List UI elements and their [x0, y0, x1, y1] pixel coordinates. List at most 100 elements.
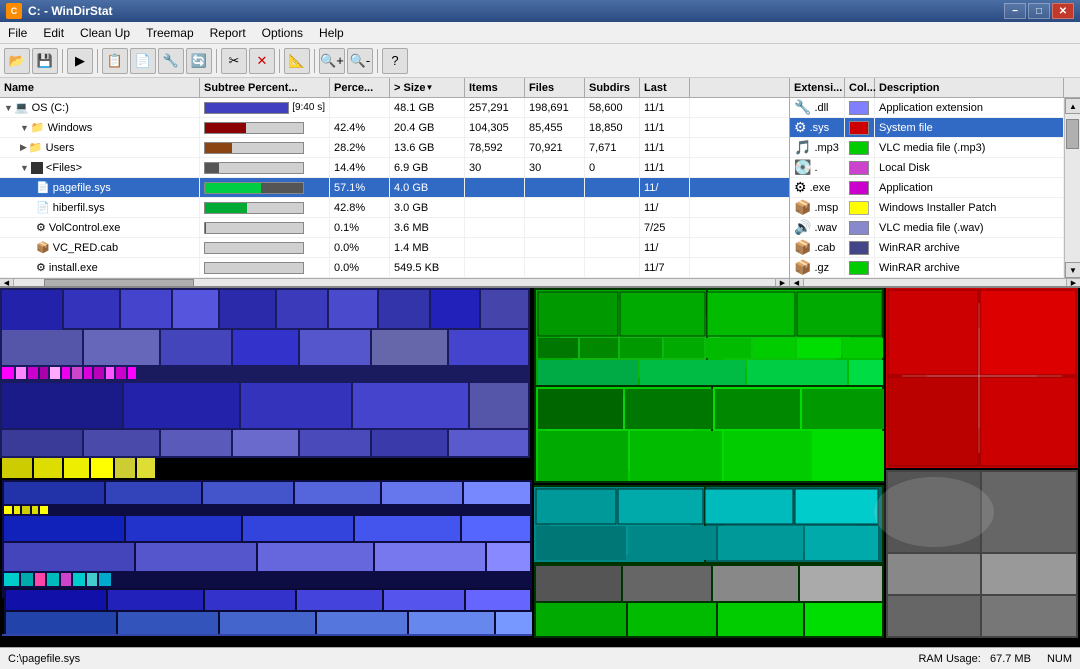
menu-help[interactable]: Help [311, 24, 352, 42]
scroll-down-btn[interactable]: ▼ [1065, 262, 1080, 278]
menu-options[interactable]: Options [254, 24, 311, 42]
treemap-block [300, 430, 370, 456]
close-button[interactable]: ✕ [1052, 3, 1074, 19]
title-bar-left: C C: - WinDirStat [6, 3, 113, 19]
col-header-percent[interactable]: Perce... [330, 78, 390, 97]
scroll-track [14, 279, 775, 287]
scroll-thumb[interactable] [1066, 119, 1079, 149]
ext-scrollbar[interactable]: ▲ ▼ [1064, 98, 1080, 278]
tree-row[interactable]: ⚙ install.exe 0.0% 549.5 KB 11/7 [0, 258, 789, 278]
ext-row[interactable]: 📦.gz WinRAR archive [790, 258, 1064, 278]
tree-row[interactable]: 📄 hiberfil.sys 42.8% 3.0 GB 11/ [0, 198, 789, 218]
tree-view[interactable]: Name Subtree Percent... Perce... > Size … [0, 78, 790, 286]
tree-row[interactable]: ▼ 📁 Windows 42.4% 20.4 GB 104,305 85,455… [0, 118, 789, 138]
toolbar-delete[interactable]: ✕ [249, 48, 275, 74]
subtree-bar [204, 182, 304, 194]
toolbar-settings[interactable]: 🔧 [158, 48, 184, 74]
toolbar-cut[interactable]: ✂ [221, 48, 247, 74]
scroll-left-btn[interactable]: ◀ [0, 279, 14, 287]
treemap-block [34, 458, 62, 478]
menu-edit[interactable]: Edit [35, 24, 72, 42]
row-last: 11/ [640, 238, 690, 257]
ext-icon: 📦 [794, 259, 811, 276]
main-content: Name Subtree Percent... Perce... > Size … [0, 78, 1080, 647]
treemap-block [277, 290, 327, 328]
ext-row[interactable]: 💽. Local Disk [790, 158, 1064, 178]
ext-col-header-color[interactable]: Col... [845, 78, 875, 97]
col-header-items[interactable]: Items [465, 78, 525, 97]
tree-row[interactable]: ▼ 💻 OS (C:) [9:40 s] 48.1 GB 257,291 198… [0, 98, 789, 118]
col-header-size[interactable]: > Size [390, 78, 465, 97]
ext-row[interactable]: ⚙.exe Application [790, 178, 1064, 198]
ext-col-header-ext[interactable]: Extensi... [790, 78, 845, 97]
tree-row[interactable]: ⚙ VolControl.exe 0.1% 3.6 MB 7/25 [0, 218, 789, 238]
col-header-subdirs[interactable]: Subdirs [585, 78, 640, 97]
toolbar-doc[interactable]: 📄 [130, 48, 156, 74]
color-swatch [849, 121, 869, 135]
row-name: ▼ 💻 OS (C:) [0, 98, 200, 117]
toolbar-select[interactable]: 📐 [284, 48, 310, 74]
ext-row[interactable]: 📦.msp Windows Installer Patch [790, 198, 1064, 218]
treemap-block [715, 389, 800, 429]
treemap-block [84, 430, 159, 456]
row-files [525, 218, 585, 237]
row-last: 11/1 [640, 98, 690, 117]
scroll-right-btn[interactable]: ▶ [775, 279, 789, 287]
col-header-name[interactable]: Name [0, 78, 200, 97]
expand-icon[interactable]: ▶ [20, 142, 27, 153]
ext-desc: WinRAR archive [875, 238, 1064, 257]
menu-treemap[interactable]: Treemap [138, 24, 202, 42]
treemap-block [21, 573, 33, 586]
ext-scroll-right[interactable]: ▶ [1066, 279, 1080, 286]
menu-report[interactable]: Report [202, 24, 254, 42]
title-bar-controls[interactable]: − □ ✕ [1004, 3, 1074, 19]
toolbar-refresh[interactable]: 🔄 [186, 48, 212, 74]
color-swatch [849, 241, 869, 255]
treemap-block [464, 482, 530, 504]
expand-icon[interactable]: ▼ [4, 103, 13, 113]
treemap-block [707, 292, 795, 336]
tree-row[interactable]: 📦 VC_RED.cab 0.0% 1.4 MB 11/ [0, 238, 789, 258]
col-header-subtree[interactable]: Subtree Percent... [200, 78, 330, 97]
tree-row[interactable]: ▼ <Files> 14.4% 6.9 GB 30 30 0 11/1 [0, 158, 789, 178]
row-items: 257,291 [465, 98, 525, 117]
menu-file[interactable]: File [0, 24, 35, 42]
toolbar-copy[interactable]: 📋 [102, 48, 128, 74]
h-scrollbar[interactable]: ◀ ▶ [0, 278, 789, 286]
scroll-thumb[interactable] [44, 279, 194, 287]
status-right: RAM Usage: 67.7 MB NUM [918, 653, 1072, 665]
menu-cleanup[interactable]: Clean Up [72, 24, 138, 42]
ext-row[interactable]: 🔊.wav VLC media file (.wav) [790, 218, 1064, 238]
col-header-files[interactable]: Files [525, 78, 585, 97]
ext-scroll-left[interactable]: ◀ [790, 279, 804, 286]
expand-icon[interactable]: ▼ [20, 123, 29, 133]
maximize-button[interactable]: □ [1028, 3, 1050, 19]
ext-col-header-desc[interactable]: Description [875, 78, 1064, 97]
ext-h-scrollbar[interactable]: ◀ ▶ [790, 278, 1080, 286]
tree-row[interactable]: ▶ 📁 Users 28.2% 13.6 GB 78,592 70,921 7,… [0, 138, 789, 158]
col-header-last[interactable]: Last [640, 78, 690, 97]
toolbar-zoom-out[interactable]: 🔍- [347, 48, 373, 74]
ext-row[interactable]: 📦.cab WinRAR archive [790, 238, 1064, 258]
toolbar-open[interactable]: 📂 [4, 48, 30, 74]
treemap-area[interactable] [0, 288, 1080, 647]
ext-row[interactable]: 🔧.dll Application extension [790, 98, 1064, 118]
row-subtree [200, 198, 330, 217]
toolbar-zoom-in[interactable]: 🔍+ [319, 48, 345, 74]
toolbar-play[interactable]: ▶ [67, 48, 93, 74]
ext-row-selected[interactable]: ⚙.sys System file [790, 118, 1064, 138]
ext-row[interactable]: 🎵.mp3 VLC media file (.mp3) [790, 138, 1064, 158]
row-name: ⚙ VolControl.exe [0, 218, 200, 237]
treemap-block [173, 290, 218, 328]
toolbar-help[interactable]: ? [382, 48, 408, 74]
color-swatch [849, 181, 869, 195]
minimize-button[interactable]: − [1004, 3, 1026, 19]
row-items [465, 238, 525, 257]
row-files: 198,691 [525, 98, 585, 117]
toolbar-sep-1 [62, 49, 63, 73]
scroll-up-btn[interactable]: ▲ [1065, 98, 1080, 114]
row-files [525, 198, 585, 217]
expand-icon[interactable]: ▼ [20, 163, 29, 173]
toolbar-save[interactable]: 💾 [32, 48, 58, 74]
tree-row-selected[interactable]: 📄 pagefile.sys 57.1% 4.0 GB 11/ [0, 178, 789, 198]
